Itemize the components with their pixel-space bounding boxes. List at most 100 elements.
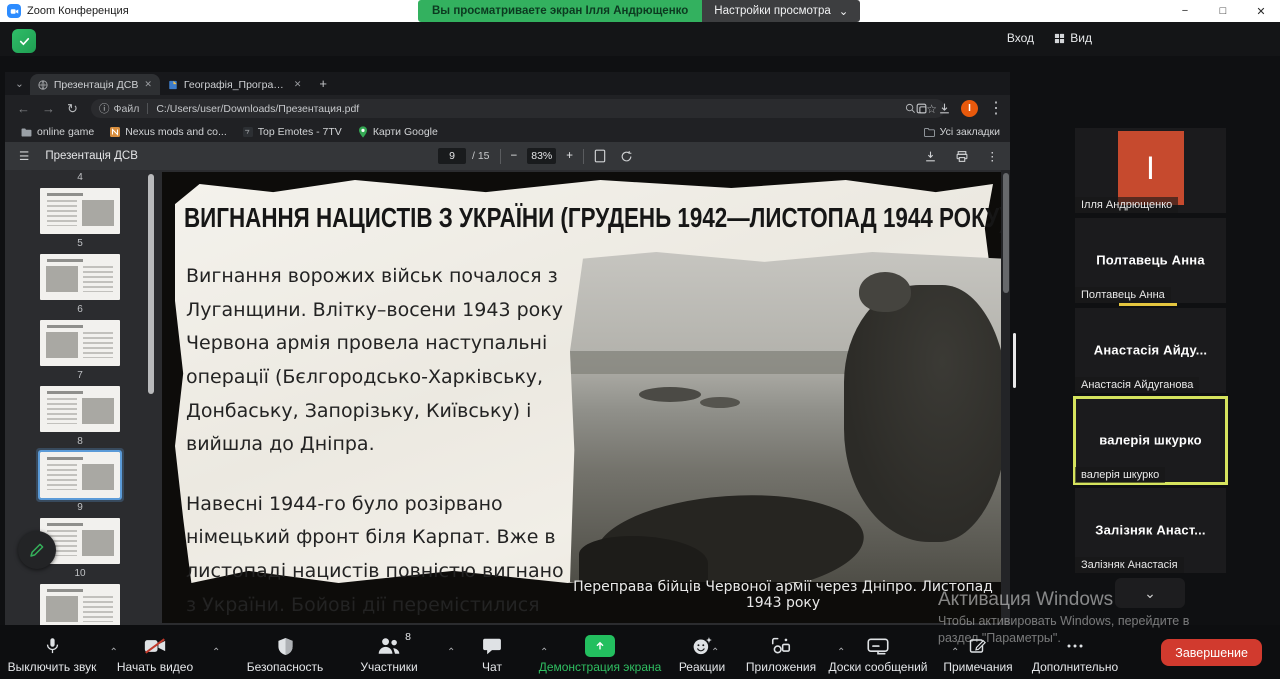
tab-search-chevron-icon[interactable]: ⌄: [15, 78, 24, 90]
thumb-page-label: 6: [5, 304, 155, 315]
bookmark-online-game[interactable]: online game: [21, 126, 94, 138]
share-screen-icon: [585, 635, 615, 657]
login-button[interactable]: Вход: [1007, 31, 1034, 45]
participant-name-tag: Ілля Андрющенко: [1075, 197, 1178, 213]
thumbnail-page-11[interactable]: [40, 584, 120, 625]
camera-off-icon: [144, 638, 166, 654]
pdf-menu-icon[interactable]: ☰: [19, 149, 29, 163]
mute-button[interactable]: ⌃ Выключить звук: [0, 625, 104, 679]
participant-tile[interactable]: Залізняк Анаст... Залізняк Анастасія: [1075, 488, 1226, 573]
divider: [500, 149, 501, 164]
participant-tile[interactable]: Полтавець Анна Полтавець Анна: [1075, 218, 1226, 303]
tab-presentation[interactable]: Презентація ДСВ ✕: [30, 74, 160, 95]
slide-title: ВИГНАННЯ НАЦИСТІВ З УКРАЇНИ (ГРУДЕНЬ 194…: [184, 202, 1004, 234]
pdf-print-icon[interactable]: [955, 150, 969, 163]
bookmark-nexus[interactable]: Nexus mods and co...: [110, 126, 227, 138]
close-button[interactable]: ✕: [1242, 0, 1280, 22]
thumbnail-page-7[interactable]: [40, 320, 120, 366]
divider: [147, 103, 148, 114]
browser-menu-icon[interactable]: ⋮: [988, 98, 1004, 118]
meeting-security-shield-icon[interactable]: [12, 29, 36, 53]
reactions-button[interactable]: Реакции: [660, 625, 744, 679]
bookmark-google-maps[interactable]: Карти Google: [358, 126, 438, 138]
new-tab-button[interactable]: +: [319, 76, 327, 91]
pdf-download-icon[interactable]: [924, 150, 937, 163]
audio-activity-bar: [1119, 303, 1177, 306]
thumbnail-page-5[interactable]: [40, 188, 120, 234]
pdf-scrollbar[interactable]: [1001, 170, 1010, 625]
info-icon[interactable]: ⓘ: [99, 101, 110, 116]
meeting-controls-bar: ⌃ Выключить звук ⌃ Начать видео: [0, 625, 1280, 679]
pencil-icon: [28, 541, 46, 559]
whiteboards-button[interactable]: ⌃ Доски сообщений: [820, 625, 936, 679]
globe-favicon: [38, 80, 48, 90]
participants-panel: І Ілля Андрющенко Полтавець Анна Полтаве…: [1075, 128, 1226, 578]
zoom-app-icon: [7, 4, 21, 18]
pdf-more-icon[interactable]: ⋮: [987, 149, 999, 163]
security-button[interactable]: Безопасность: [232, 625, 338, 679]
view-button[interactable]: Вид: [1054, 31, 1092, 45]
thumb-page-label: 8: [5, 436, 155, 447]
participants-button[interactable]: 8 ⌃ Участники: [336, 625, 442, 679]
zoom-meeting-window: Zoom Конференция Вы просматриваете экран…: [0, 0, 1280, 679]
chevron-down-icon: ⌄: [839, 4, 849, 18]
windows-activation-watermark-line: раздел "Параметры".: [938, 631, 1061, 645]
browser-navbar: ← → ↻ ⓘ Файл C:/Users/user/Downloads/Пре…: [5, 95, 1010, 122]
back-icon[interactable]: ←: [17, 101, 30, 116]
view-settings-button[interactable]: Настройки просмотра ⌄: [702, 0, 860, 22]
tab-geography[interactable]: Географія_Програма атестац.. ✕: [160, 74, 310, 95]
thumb-page-label: 5: [5, 238, 155, 249]
participant-tile-active-speaker[interactable]: валерія шкурко валерія шкурко: [1075, 398, 1226, 483]
forward-icon[interactable]: →: [42, 101, 55, 116]
page-total: / 15: [472, 150, 490, 162]
zoom-in-button[interactable]: +: [566, 150, 573, 162]
pdf-toolbar: ☰ Презентація ДСВ 9 / 15 − 83% +: [5, 142, 1010, 170]
end-meeting-button[interactable]: Завершение: [1161, 639, 1262, 666]
windows-activation-watermark: Активация Windows: [938, 589, 1113, 611]
start-video-button[interactable]: ⌃ Начать видео: [104, 625, 206, 679]
address-bar[interactable]: ⓘ Файл C:/Users/user/Downloads/Презентац…: [91, 99, 945, 118]
thumbnail-scrollbar[interactable]: [148, 174, 154, 394]
bookmark-7tv[interactable]: Top Emotes - 7TV: [243, 126, 342, 138]
participant-tile[interactable]: Анастасія Айду... Анастасія Айдуганова: [1075, 308, 1226, 393]
slide-photo-caption: Переправа бійців Червоної армії через Дн…: [570, 579, 996, 611]
whiteboard-icon: [867, 638, 889, 655]
thumbnail-page-8[interactable]: [40, 386, 120, 432]
participant-tile[interactable]: І Ілля Андрющенко: [1075, 128, 1226, 213]
slide-paragraph-1: Вигнання ворожих військ почалося з Луган…: [186, 260, 566, 462]
zoom-out-button[interactable]: −: [511, 150, 518, 162]
zoom-level[interactable]: 83%: [527, 148, 556, 164]
minimize-button[interactable]: −: [1166, 0, 1204, 22]
fit-page-icon[interactable]: [594, 149, 606, 163]
participant-name-tag: Полтавець Анна: [1075, 287, 1171, 303]
participant-name-tag: Залізняк Анастасія: [1075, 557, 1184, 573]
collapse-participants-button[interactable]: ⌄: [1115, 578, 1185, 608]
annotate-button[interactable]: [18, 531, 56, 569]
maximize-button[interactable]: □: [1204, 0, 1242, 22]
thumb-page-label: 9: [5, 502, 155, 513]
pdf-viewport: 4 5 6 7 8 9 10: [5, 170, 1010, 625]
reload-icon[interactable]: ↻: [67, 101, 78, 117]
profile-avatar[interactable]: І: [961, 100, 978, 117]
thumbnail-page-6[interactable]: [40, 254, 120, 300]
pdf-doc-title: Презентація ДСВ: [45, 150, 138, 162]
chevron-up-icon[interactable]: ⌃: [212, 647, 220, 658]
apps-button[interactable]: ⌃ Приложения: [734, 625, 828, 679]
tab-close-icon[interactable]: ✕: [294, 79, 302, 90]
viewing-screen-banner: Вы просматриваете экран Ілля Андрющенко: [418, 0, 702, 22]
shared-screen-browser: ⌄ Презентація ДСВ ✕ Географія_Програма а…: [5, 72, 1010, 625]
downloads-icon[interactable]: [938, 102, 951, 115]
slide-body-text: Вигнання ворожих військ почалося з Луган…: [186, 260, 566, 623]
tab-close-icon[interactable]: ✕: [144, 79, 152, 90]
thumbnail-page-9-selected[interactable]: [40, 452, 120, 498]
mouse-cursor-icon: [89, 466, 102, 483]
scroll-indicator[interactable]: [1013, 333, 1016, 388]
chevron-down-icon: ⌄: [1144, 585, 1156, 602]
shield-icon: [277, 637, 294, 656]
page-number-input[interactable]: 9: [438, 148, 466, 164]
meeting-header: Вход Вид: [0, 22, 1280, 56]
rotate-icon[interactable]: [620, 150, 633, 163]
tab-share-icon[interactable]: [915, 102, 928, 115]
all-bookmarks-button[interactable]: Усі закладки: [924, 126, 1000, 138]
browser-tab-strip: ⌄ Презентація ДСВ ✕ Географія_Програма а…: [5, 72, 1010, 95]
